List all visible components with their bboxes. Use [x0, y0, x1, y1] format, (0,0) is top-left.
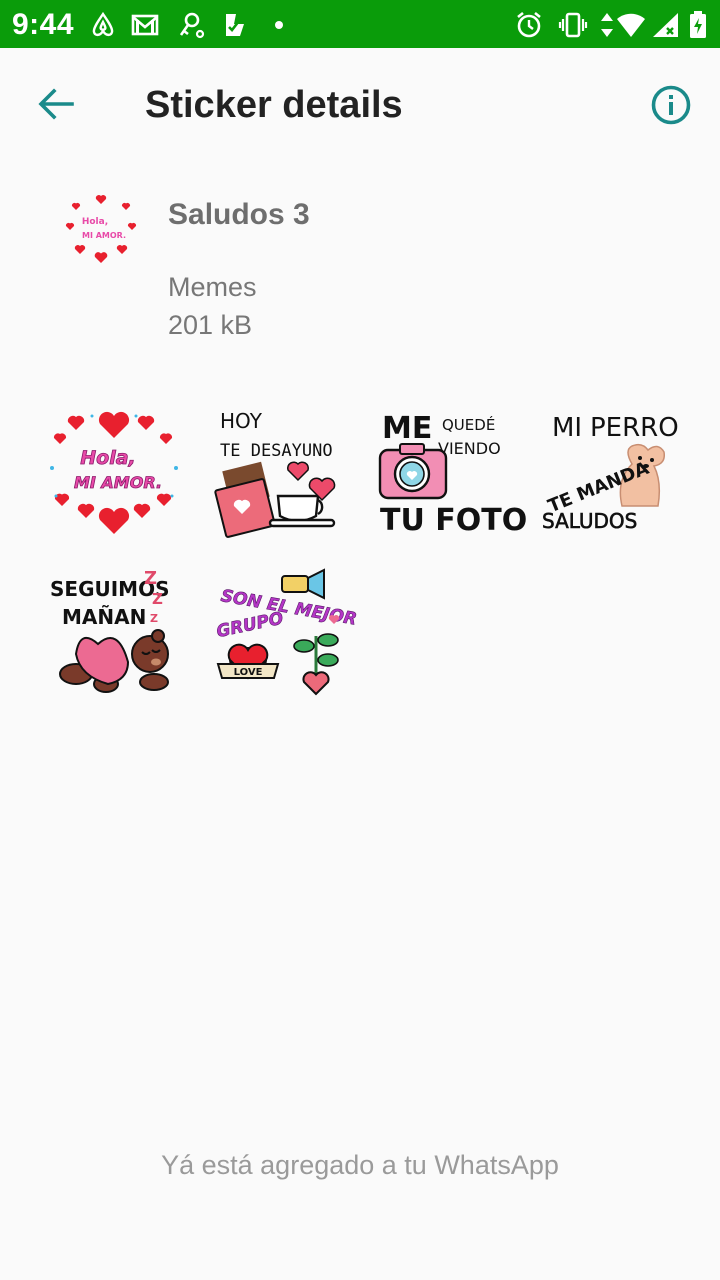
sticker-text: TE DESAYUNO: [220, 441, 333, 461]
back-button[interactable]: [34, 84, 78, 124]
sticker-text: VIENDO: [438, 439, 501, 458]
info-button[interactable]: [650, 84, 692, 126]
checklist-icon: [220, 10, 250, 40]
sticker-hoy-te-desayuno[interactable]: HOY TE DESAYUNO: [212, 402, 348, 538]
sticker-text: GRUPO: [215, 609, 285, 643]
already-added-status: Yá está agregado a tu WhatsApp: [161, 1150, 559, 1180]
status-bar: 9:44: [0, 0, 720, 48]
sticker-text: PERRO: [590, 413, 679, 443]
data-arrows-icon: [596, 10, 618, 40]
sticker-text: MI AMOR.: [74, 473, 162, 492]
sticker-text: MI: [552, 413, 582, 443]
sticker-text: HOY: [220, 409, 263, 433]
sticker-text: ME: [382, 411, 432, 446]
key-icon: [176, 10, 206, 40]
vibrate-icon: [558, 10, 588, 40]
sticker-text: Z: [144, 568, 157, 589]
info-icon: [651, 85, 691, 125]
sticker-text: Hola,: [80, 447, 136, 469]
sticker-text: Z: [150, 612, 158, 625]
gmail-icon: [130, 10, 160, 40]
sticker-text: QUEDÉ: [442, 415, 495, 434]
battery-icon: [688, 10, 708, 40]
airbnb-icon: [88, 10, 118, 40]
sticker-text: LOVE: [234, 667, 263, 678]
wifi-icon: [616, 10, 646, 40]
pack-publisher: Memes: [168, 272, 257, 302]
arrow-back-icon: [38, 88, 74, 120]
sticker-hola-mi-amor[interactable]: Hola, MI AMOR.: [46, 402, 182, 538]
page-title: Sticker details: [145, 84, 403, 126]
signal-icon: [650, 10, 680, 40]
dot-icon: [264, 10, 294, 40]
sticker-text: SALUDOS: [542, 509, 637, 533]
sticker-text: MAÑAN: [62, 605, 146, 629]
status-time: 9:44: [12, 8, 75, 41]
tray-text-hola: Hola,: [82, 217, 108, 227]
sticker-me-quede-viendo[interactable]: ME QUEDÉ VIENDO TU FOTO: [374, 402, 527, 538]
sticker-seguimos-manana[interactable]: SEGUIMOS MAÑAN Z Z Z: [46, 566, 182, 702]
sticker-text: TU FOTO: [380, 503, 527, 538]
sticker-mi-perro-te-manda[interactable]: MI PERRO TE MANDA SALUDOS: [536, 402, 679, 538]
app-bar: Sticker details: [0, 48, 720, 160]
pack-tray-icon: Hola, MI AMOR.: [62, 188, 140, 268]
pack-name: Saludos 3: [168, 198, 310, 231]
tray-text-mi-amor: MI AMOR.: [82, 231, 126, 240]
alarm-icon: [514, 10, 544, 40]
sticker-son-el-mejor-grupo[interactable]: SON EL MEJOR GRUPO LOVE: [212, 566, 359, 702]
sticker-text: Z: [152, 590, 163, 608]
pack-size: 201 kB: [168, 310, 253, 340]
